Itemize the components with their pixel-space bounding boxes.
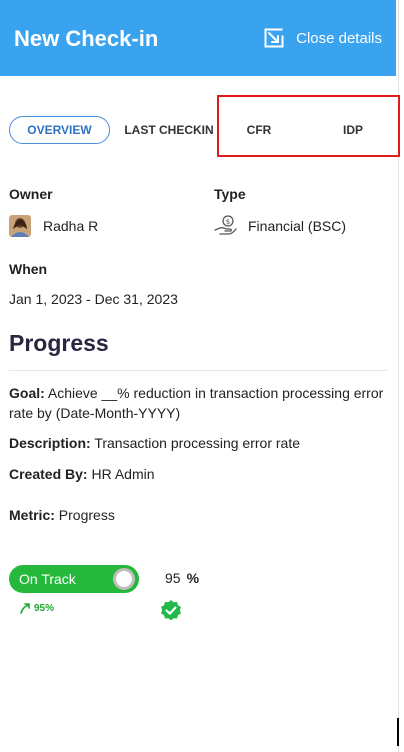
- svg-text:$: $: [226, 218, 230, 226]
- page-title: New Check-in: [14, 26, 159, 51]
- type-value: $ Financial (BSC): [214, 215, 346, 237]
- toggle-knob: [113, 568, 135, 590]
- tab-idp[interactable]: IDP: [339, 116, 367, 144]
- hand-money-icon: $: [214, 215, 237, 235]
- trend-value: 95%: [34, 602, 55, 614]
- when-label: When: [9, 261, 48, 277]
- close-details-button[interactable]: Close details: [264, 28, 382, 48]
- avatar: [9, 215, 31, 237]
- description-label: Description:: [9, 435, 91, 451]
- trend-up-arrow-icon: [20, 603, 30, 614]
- progress-percent: 95%: [165, 570, 199, 586]
- tab-cfr[interactable]: CFR: [239, 116, 279, 144]
- owner-name: Radha R: [43, 218, 99, 234]
- status-toggle[interactable]: On Track: [9, 565, 139, 593]
- section-divider: [9, 370, 387, 371]
- description-text: Description: Transaction processing erro…: [9, 433, 387, 453]
- type-label: Type: [214, 186, 246, 202]
- created-by-text: Created By: HR Admin: [9, 464, 387, 484]
- owner-value: Radha R: [9, 215, 98, 237]
- collapse-arrow-icon: [264, 28, 284, 48]
- trend-indicator: 95%: [19, 602, 54, 614]
- close-details-label: Close details: [296, 29, 382, 47]
- metric-label: Metric:: [9, 507, 55, 523]
- check-badge-icon: [161, 600, 181, 621]
- metric-text: Metric: Progress: [9, 505, 387, 525]
- owner-label: Owner: [9, 186, 53, 202]
- description-value: Transaction processing error rate: [90, 435, 301, 451]
- progress-heading: Progress: [9, 330, 109, 356]
- created-by-label: Created By:: [9, 466, 88, 482]
- text-cursor: [397, 718, 399, 746]
- progress-value: 95: [165, 570, 181, 586]
- when-value: Jan 1, 2023 - Dec 31, 2023: [9, 291, 178, 307]
- tab-bar: OVERVIEW LAST CHECKIN CFR IDP: [9, 116, 389, 144]
- status-label: On Track: [19, 571, 76, 587]
- type-text: Financial (BSC): [248, 218, 347, 234]
- tab-overview[interactable]: OVERVIEW: [9, 116, 110, 144]
- progress-unit: %: [186, 570, 200, 586]
- goal-label: Goal:: [9, 385, 45, 401]
- goal-text: Goal: Achieve __% reduction in transacti…: [9, 383, 387, 423]
- metric-value: Progress: [54, 507, 115, 523]
- created-by-value: HR Admin: [87, 466, 155, 482]
- tab-last-checkin[interactable]: LAST CHECKIN: [117, 116, 221, 144]
- header-bar: New Check-in Close details: [0, 0, 396, 76]
- goal-value: Achieve __% reduction in transaction pro…: [9, 385, 384, 421]
- panel-border: [398, 0, 399, 752]
